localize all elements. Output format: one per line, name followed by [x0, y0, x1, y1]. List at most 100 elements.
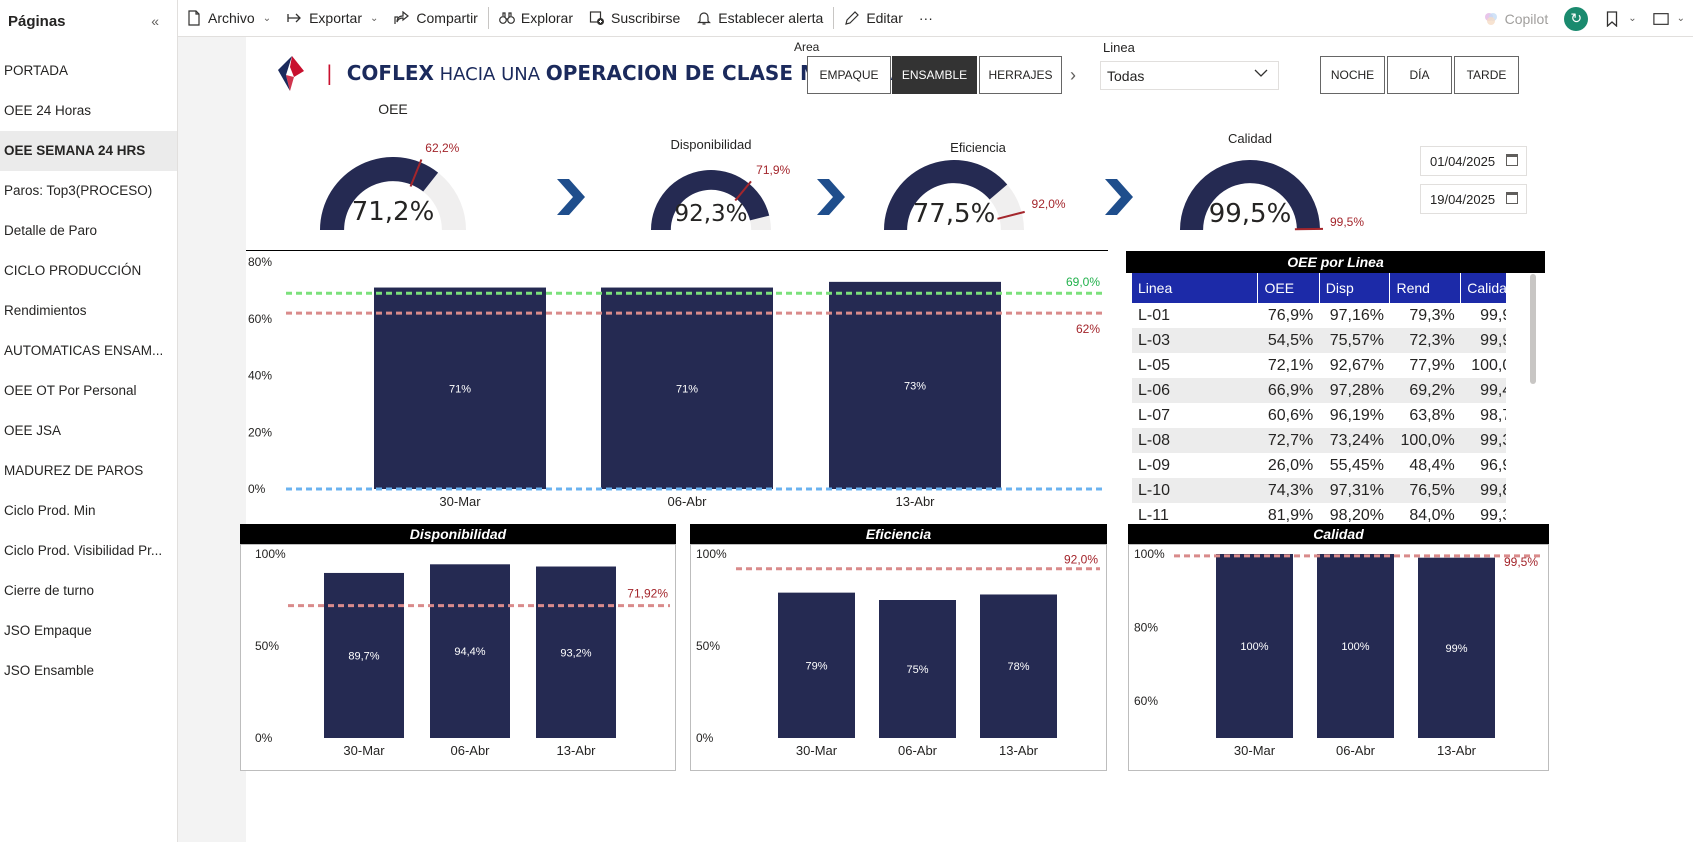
bar-data-label: 94,4%: [454, 646, 485, 658]
gauge-title-eficiencia: Eficiencia: [950, 140, 1006, 155]
oee-por-linea-table[interactable]: LineaOEEDispRendCalidad L-01 76,9% 97,16% 7…: [1132, 273, 1506, 523]
chevron-right-icon: [555, 179, 585, 220]
calendar-icon[interactable]: [1506, 154, 1518, 166]
page-item-oee-24-horas[interactable]: OEE 24 Horas: [0, 91, 177, 131]
linea-dropdown[interactable]: Todas: [1100, 61, 1279, 90]
bar-data-label: 89,7%: [348, 650, 379, 662]
y-tick-label: 100%: [1134, 547, 1165, 561]
page-item-oee-semana-24-hrs[interactable]: OEE SEMANA 24 HRS: [0, 131, 177, 171]
table-row[interactable]: L-01 76,9% 97,16% 79,3% 99,9%: [1132, 303, 1506, 328]
table-cell: 60,6%: [1267, 406, 1314, 424]
page-item-oee-ot-por-personal[interactable]: OEE OT Por Personal: [0, 371, 177, 411]
table-cell: 97,31%: [1319, 478, 1390, 503]
editar-button[interactable]: Editar: [836, 0, 911, 37]
table-row[interactable]: L-0872,7%73,24%100,0%99,3%: [1132, 428, 1506, 453]
suscribirse-label: Suscribirse: [611, 10, 681, 26]
chevron-right-icon[interactable]: ›: [1070, 65, 1076, 86]
area-button-empaque[interactable]: EMPAQUE: [807, 56, 891, 94]
page-item-ciclo-producci-n[interactable]: CICLO PRODUCCIÓN: [0, 251, 177, 291]
compartir-button[interactable]: Compartir: [386, 0, 485, 37]
x-tick-label: 13-Abr: [556, 743, 596, 758]
double-chevron-left-icon[interactable]: «: [151, 13, 159, 29]
turno-button-tarde[interactable]: TARDE: [1454, 56, 1519, 94]
toolbar-divider: [487, 7, 489, 29]
table-row[interactable]: L-07 60,6% 96,19% 63,8% 98,7%: [1132, 403, 1506, 428]
bookmark-button[interactable]: ⌄: [1596, 0, 1644, 37]
refresh-button[interactable]: ↻: [1556, 0, 1596, 37]
table-cell: 96,9%: [1480, 456, 1506, 474]
page-item-detalle-de-paro[interactable]: Detalle de Paro: [0, 211, 177, 251]
page-item-ciclo-prod-visibilidad-pr[interactable]: Ciclo Prod. Visibilidad Pr...: [0, 531, 177, 571]
table-cell: L-06: [1132, 378, 1258, 403]
x-tick-label: 06-Abr: [667, 494, 707, 509]
bar-data-label: 79%: [805, 660, 827, 672]
exportar-menu[interactable]: Exportar ⌄: [279, 0, 386, 37]
archivo-menu[interactable]: Archivo ⌄: [178, 0, 279, 37]
area-button-ensamble[interactable]: ENSAMBLE: [892, 56, 977, 94]
table-cell: 99,3%: [1480, 506, 1506, 524]
table-scrollbar[interactable]: [1530, 274, 1536, 384]
view-button[interactable]: ⌄: [1645, 0, 1693, 37]
page-item-paros-top3-proceso[interactable]: Paros: Top3(PROCESO): [0, 171, 177, 211]
page-item-automaticas-ensam[interactable]: AUTOMATICAS ENSAM...: [0, 331, 177, 371]
title-brand: COFLEX: [346, 61, 434, 85]
date-end-input[interactable]: 19/04/2025: [1420, 184, 1527, 214]
copilot-button[interactable]: Copilot: [1475, 0, 1557, 37]
table-row[interactable]: L-0354,5%75,57%72,3%99,9%: [1132, 328, 1506, 353]
page-item-jso-ensamble[interactable]: JSO Ensamble: [0, 651, 177, 691]
page-item-jso-empaque[interactable]: JSO Empaque: [0, 611, 177, 651]
table-cell: 54,5%: [1257, 328, 1320, 353]
table-body: L-0176,9%97,16%79,3%99,9%L-0354,5%75,57%…: [1132, 303, 1506, 523]
sidebar-title: Páginas: [8, 12, 66, 30]
page-item-madurez-de-paros[interactable]: MADUREZ DE PAROS: [0, 451, 177, 491]
turno-button-d-a[interactable]: DÍA: [1387, 56, 1452, 94]
table-row[interactable]: L-09 26,0% 55,45% 48,4% 96,9%: [1132, 453, 1506, 478]
chevron-down-icon: ⌄: [262, 12, 272, 24]
table-row[interactable]: L-05 72,1% 92,67% 77,9% 100,0%: [1132, 353, 1506, 378]
table-row[interactable]: L-0666,9%97,28%69,2%99,4%: [1132, 378, 1506, 403]
column-header-linea[interactable]: Linea: [1132, 273, 1259, 303]
calendar-icon[interactable]: [1506, 192, 1518, 204]
table-cell: 48,4%: [1409, 456, 1455, 474]
bell-icon: [696, 10, 712, 26]
page-item-rendimientos[interactable]: Rendimientos: [0, 291, 177, 331]
bar-data-label: 100%: [1341, 641, 1369, 653]
column-header-oee[interactable]: OEE: [1257, 273, 1320, 303]
area-button-herrajes[interactable]: HERRAJES: [979, 56, 1062, 94]
turno-button-noche[interactable]: NOCHE: [1320, 56, 1385, 94]
copilot-label: Copilot: [1504, 10, 1549, 27]
column-header-calidad[interactable]: Calidad: [1460, 273, 1506, 303]
chevron-down-icon: ⌄: [1628, 13, 1637, 24]
gauge-title-oee: OEE: [378, 101, 408, 117]
page-item-portada[interactable]: PORTADA: [0, 51, 177, 91]
view-window-icon: [1652, 11, 1669, 27]
ellipsis-icon: ···: [918, 10, 933, 26]
column-header-rend[interactable]: Rend: [1389, 273, 1462, 303]
table-cell: 73,24%: [1319, 428, 1390, 453]
table-row[interactable]: L-11 81,9% 98,20% 84,0% 99,3%: [1132, 503, 1506, 524]
table-cell: L-10: [1132, 478, 1258, 503]
main-chart-top-line: [246, 250, 1108, 251]
disponibilidad-panel-title: Disponibilidad: [240, 524, 676, 544]
column-header-disp[interactable]: Disp: [1319, 273, 1391, 303]
toolbar-divider: [833, 7, 835, 29]
establecer-alerta-button[interactable]: Establecer alerta: [688, 0, 831, 37]
report-toolbar: Archivo ⌄ Exportar ⌄ Compartir Explorar …: [178, 0, 1693, 37]
more-options-button[interactable]: ···: [911, 0, 941, 37]
archivo-label: Archivo: [208, 10, 255, 26]
page-item-ciclo-prod-min[interactable]: Ciclo Prod. Min: [0, 491, 177, 531]
table-cell: 69,2%: [1389, 378, 1461, 403]
page-item-cierre-de-turno[interactable]: Cierre de turno: [0, 571, 177, 611]
date-start-input[interactable]: 01/04/2025: [1420, 146, 1527, 176]
chevron-down-icon: ⌄: [1676, 13, 1685, 24]
explorar-button[interactable]: Explorar: [491, 0, 581, 37]
pages-sidebar: Páginas « PORTADA OEE 24 Horas OEE SEMANA …: [0, 0, 178, 842]
y-tick-label: 80%: [1134, 621, 1158, 635]
table-row[interactable]: L-1074,3%97,31%76,5%99,8%: [1132, 478, 1506, 503]
suscribirse-button[interactable]: Suscribirse: [581, 0, 688, 37]
title-separator: |: [326, 61, 333, 85]
page-item-oee-jsa[interactable]: OEE JSA: [0, 411, 177, 451]
chevron-down-icon: [1254, 66, 1268, 83]
share-icon: [394, 10, 410, 26]
table-cell: 99,8%: [1460, 478, 1506, 503]
